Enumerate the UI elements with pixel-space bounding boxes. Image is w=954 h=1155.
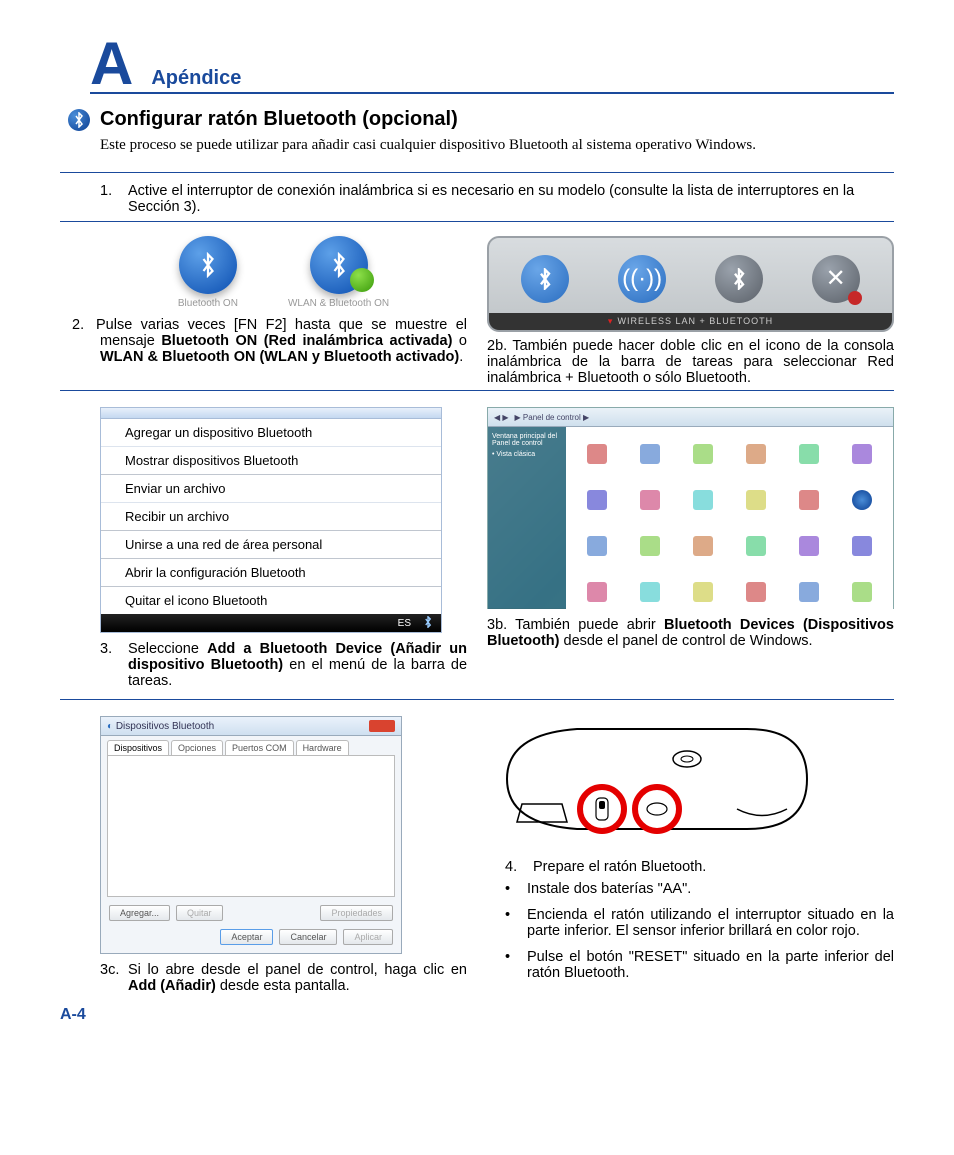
step-4-bullet-2: •Encienda el ratón utilizando el interru… — [505, 907, 894, 939]
add-button[interactable]: Agregar... — [109, 905, 170, 921]
bluetooth-icon — [68, 109, 90, 131]
page-number: A-4 — [60, 1006, 467, 1024]
dialog-title: Dispositivos Bluetooth — [116, 721, 214, 732]
appendix-letter: A — [90, 40, 133, 88]
control-panel-screenshot: ◀ ▶▶ Panel de control ▶ Ventana principa… — [487, 407, 894, 609]
badge-wlan-bluetooth-on: WLAN & Bluetooth ON — [288, 236, 389, 309]
tab-hardware[interactable]: Hardware — [296, 740, 349, 755]
section-title-row: Configurar ratón Bluetooth (opcional) — [68, 108, 894, 131]
divider — [60, 172, 894, 173]
step-2: 2.Pulse varias veces [FN F2] hasta que s… — [100, 317, 467, 365]
properties-button[interactable]: Propiedades — [320, 905, 393, 921]
wireless-console-image: ((·)) ✕ ▾WIRELESS LAN + BLUETOOTH — [487, 236, 894, 332]
badge-bluetooth-on: Bluetooth ON — [178, 236, 238, 309]
menu-show-devices[interactable]: Mostrar dispositivos Bluetooth — [101, 447, 441, 475]
appendix-label: Apéndice — [151, 67, 241, 90]
divider — [60, 699, 894, 700]
menu-open-settings[interactable]: Abrir la configuración Bluetooth — [101, 559, 441, 587]
step-3b: 3b. También puede abrir Bluetooth Device… — [487, 617, 894, 649]
bluetooth-devices-dialog: ◐ Dispositivos Bluetooth Dispositivos Op… — [100, 716, 402, 954]
menu-send-file[interactable]: Enviar un archivo — [101, 475, 441, 503]
console-wlan-icon: ((·)) — [618, 255, 666, 303]
console-label: ▾WIRELESS LAN + BLUETOOTH — [489, 313, 892, 330]
appendix-header: A Apéndice — [90, 40, 894, 94]
cancel-button[interactable]: Cancelar — [279, 929, 337, 945]
bluetooth-badges: Bluetooth ON WLAN & Bluetooth ON — [100, 236, 467, 309]
ok-button[interactable]: Aceptar — [220, 929, 273, 945]
step-4: 4. Prepare el ratón Bluetooth. — [505, 859, 894, 875]
console-disabled-bt-icon — [715, 255, 763, 303]
divider — [60, 221, 894, 222]
step-4-bullet-3: •Pulse el botón "RESET" situado en la pa… — [505, 949, 894, 981]
section-intro: Este proceso se puede utilizar para añad… — [100, 137, 894, 154]
tab-com-ports[interactable]: Puertos COM — [225, 740, 294, 755]
step-3c: 3c. Si lo abre desde el panel de control… — [100, 962, 467, 994]
close-icon[interactable] — [369, 720, 395, 732]
bluetooth-tray-icon[interactable] — [423, 616, 433, 631]
menu-remove-icon[interactable]: Quitar el icono Bluetooth — [101, 587, 441, 614]
menu-add-device[interactable]: Agregar un dispositivo Bluetooth — [101, 419, 441, 447]
bluetooth-tray-menu: Agregar un dispositivo Bluetooth Mostrar… — [100, 407, 442, 633]
console-disabled-wlan-icon: ✕ — [812, 255, 860, 303]
console-bluetooth-icon — [521, 255, 569, 303]
tab-options[interactable]: Opciones — [171, 740, 223, 755]
step-4-bullet-1: •Instale dos baterías "AA". — [505, 881, 894, 897]
mouse-diagram — [487, 714, 894, 849]
step-3: 3. Seleccione Add a Bluetooth Device (Añ… — [100, 641, 467, 689]
step-1: 1. Active el interruptor de conexión ina… — [100, 183, 894, 215]
menu-statusbar: ES — [101, 614, 441, 632]
remove-button[interactable]: Quitar — [176, 905, 223, 921]
tab-devices[interactable]: Dispositivos — [107, 740, 169, 755]
menu-join-pan[interactable]: Unirse a una red de área personal — [101, 531, 441, 559]
dialog-device-list — [107, 755, 395, 897]
menu-receive-file[interactable]: Recibir un archivo — [101, 503, 441, 531]
apply-button[interactable]: Aplicar — [343, 929, 393, 945]
divider — [60, 390, 894, 391]
section-title: Configurar ratón Bluetooth (opcional) — [100, 108, 458, 131]
step-2b: 2b. También puede hacer doble clic en el… — [487, 338, 894, 386]
